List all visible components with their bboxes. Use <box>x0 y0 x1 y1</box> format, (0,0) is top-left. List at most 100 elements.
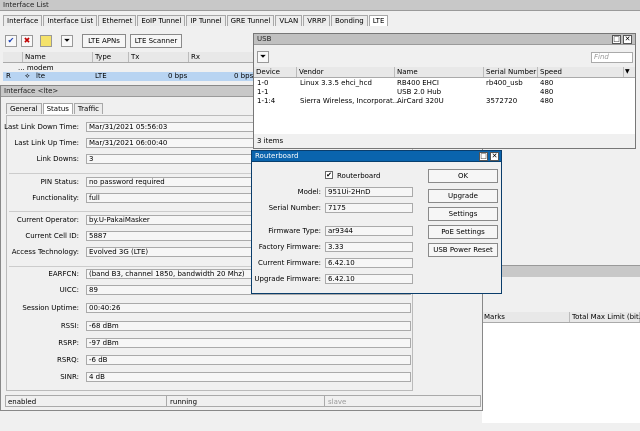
cell-vendor: Sierra Wireless, Incorporat... <box>300 97 400 105</box>
current-cell-id-value: 5887 <box>86 231 256 241</box>
column-usb-name[interactable]: Name <box>395 67 484 77</box>
tab-vlan[interactable]: VLAN <box>275 15 303 26</box>
uicc-label: UICC: <box>59 286 79 294</box>
column-rx[interactable]: Rx <box>189 52 255 62</box>
status-divider-1 <box>166 396 167 406</box>
column-tx[interactable]: Tx <box>129 52 189 62</box>
rssi-label: RSSI: <box>60 322 79 330</box>
sinr-label: SINR: <box>60 373 79 381</box>
column-device[interactable]: Device <box>254 67 297 77</box>
status-bar: enabled running slave <box>5 395 481 407</box>
ok-button[interactable]: OK <box>428 169 498 183</box>
cell-device: 1-1 <box>257 88 269 96</box>
upgrade-firmware-value: 6.42.10 <box>325 274 413 284</box>
link-downs-value: 3 <box>86 154 256 164</box>
rsrp-label: RSRP: <box>58 339 79 347</box>
status-enabled: enabled <box>8 398 37 406</box>
poe-settings-button[interactable]: PoE Settings <box>428 225 498 239</box>
enable-check-icon[interactable]: ✔ <box>5 35 17 47</box>
column-total-max-limit[interactable]: Total Max Limit (bit... <box>570 312 640 322</box>
usb-close-icon[interactable]: ✕ <box>623 35 632 44</box>
pin-status-label: PIN Status: <box>40 178 79 186</box>
last-link-up-label: Last Link Up Time: <box>14 139 79 147</box>
row-flag: R <box>6 72 11 80</box>
tab-gre-tunnel[interactable]: GRE Tunnel <box>226 15 275 26</box>
tab-ip-tunnel[interactable]: IP Tunnel <box>186 15 226 26</box>
serial-number-label: Serial Number: <box>268 204 321 212</box>
cell-vendor: Linux 3.3.5 ehci_hcd <box>300 79 372 87</box>
tab-vrrp[interactable]: VRRP <box>303 15 330 26</box>
access-technology-value: Evolved 3G (LTE) <box>86 247 256 257</box>
tab-interface-list[interactable]: Interface List <box>43 15 98 26</box>
usb-maximize-icon[interactable]: □ <box>612 35 621 44</box>
tab-lte[interactable]: LTE <box>368 15 389 26</box>
functionality-label: Functionality: <box>32 194 79 202</box>
cell-name: AirCard 320U <box>397 97 444 105</box>
interface-list-title: Interface List <box>0 0 640 11</box>
sinr-value: 4 dB <box>86 372 411 382</box>
column-serial-number[interactable]: Serial Number <box>484 67 538 77</box>
upgrade-firmware-label: Upgrade Firmware: <box>254 275 321 283</box>
table-row-lte[interactable]: R ⟡ lte LTE 0 bps 0 bps <box>3 72 255 81</box>
usb-item-count: 3 items <box>257 137 284 145</box>
column-marks[interactable]: Marks <box>482 312 570 322</box>
tab-interface[interactable]: Interface <box>3 15 43 26</box>
usb-window: USB □ ✕ ⏷ Find Device Vendor Name Serial… <box>253 33 636 149</box>
tab-eoip-tunnel[interactable]: EoIP Tunnel <box>137 15 186 26</box>
cell-speed: 480 <box>540 88 554 96</box>
comment-icon[interactable] <box>40 35 52 47</box>
disable-x-icon[interactable]: ✖ <box>21 35 33 47</box>
settings-button[interactable]: Settings <box>428 207 498 221</box>
rsrp-value: -97 dBm <box>86 338 411 348</box>
status-divider-2 <box>324 396 325 406</box>
table-row[interactable]: 1-1 USB 2.0 Hub 480 <box>254 88 635 97</box>
session-uptime-value: 00:40:26 <box>86 303 411 313</box>
table-row[interactable]: 1-1:4 Sierra Wireless, Incorporat... Air… <box>254 97 635 106</box>
session-uptime-label: Session Uptime: <box>22 304 79 312</box>
lte-apns-button[interactable]: LTE APNs <box>82 34 126 48</box>
tab-status[interactable]: Status <box>42 103 73 114</box>
current-firmware-label: Current Firmware: <box>258 259 321 267</box>
background-table-body <box>482 323 640 423</box>
routerboard-close-icon[interactable]: ✕ <box>490 152 499 161</box>
cell-speed: 480 <box>540 79 554 87</box>
usb-filter-icon[interactable]: ⏷ <box>257 51 269 63</box>
row-rx: 0 bps <box>234 72 254 80</box>
usb-find-input[interactable]: Find <box>591 52 633 63</box>
status-slave: slave <box>328 398 347 406</box>
column-name[interactable]: Name <box>23 52 93 62</box>
tab-traffic[interactable]: Traffic <box>73 103 103 114</box>
factory-firmware-label: Factory Firmware: <box>258 243 321 251</box>
tab-ethernet[interactable]: Ethernet <box>98 15 137 26</box>
rsrq-label: RSRQ: <box>56 356 79 364</box>
current-operator-value: by.U-PakaiMasker <box>86 215 256 225</box>
tab-bonding[interactable]: Bonding <box>330 15 368 26</box>
cell-name: RB400 EHCI <box>397 79 439 87</box>
routerboard-checkbox[interactable]: ✔ <box>325 171 333 179</box>
lte-scanner-button[interactable]: LTE Scanner <box>130 34 182 48</box>
usb-table-header: Device Vendor Name Serial Number Speed ▼ <box>254 67 635 78</box>
factory-firmware-value: 3.33 <box>325 242 413 252</box>
row-name: lte <box>36 72 45 80</box>
cell-serial: rb400_usb <box>486 79 523 87</box>
routerboard-title: Routerboard <box>252 151 501 162</box>
link-downs-label: Link Downs: <box>36 155 79 163</box>
column-speed[interactable]: Speed <box>538 67 624 77</box>
last-link-down-label: Last Link Down Time: <box>4 123 79 131</box>
column-type[interactable]: Type <box>93 52 129 62</box>
filter-icon[interactable]: ⏷ <box>61 35 73 47</box>
last-link-down-value: Mar/31/2021 05:56:03 <box>86 122 256 132</box>
usb-table-body: 1-0 Linux 3.3.5 ehci_hcd RB400 EHCI rb40… <box>254 78 635 134</box>
upgrade-button[interactable]: Upgrade <box>428 189 498 203</box>
firmware-type-value: ar9344 <box>325 226 413 236</box>
column-vendor[interactable]: Vendor <box>297 67 395 77</box>
routerboard-maximize-icon[interactable]: □ <box>479 152 488 161</box>
column-menu-icon[interactable]: ▼ <box>625 68 630 75</box>
current-firmware-value: 6.42.10 <box>325 258 413 268</box>
table-row[interactable]: 1-0 Linux 3.3.5 ehci_hcd RB400 EHCI rb40… <box>254 79 635 88</box>
tab-general[interactable]: General <box>6 103 42 114</box>
usb-power-reset-button[interactable]: USB Power Reset <box>428 243 498 257</box>
interface-list-tabs: Interface Interface List Ethernet EoIP Tunn… <box>3 15 389 26</box>
access-technology-label: Access Technology: <box>11 248 79 256</box>
serial-number-value: 7175 <box>325 203 413 213</box>
